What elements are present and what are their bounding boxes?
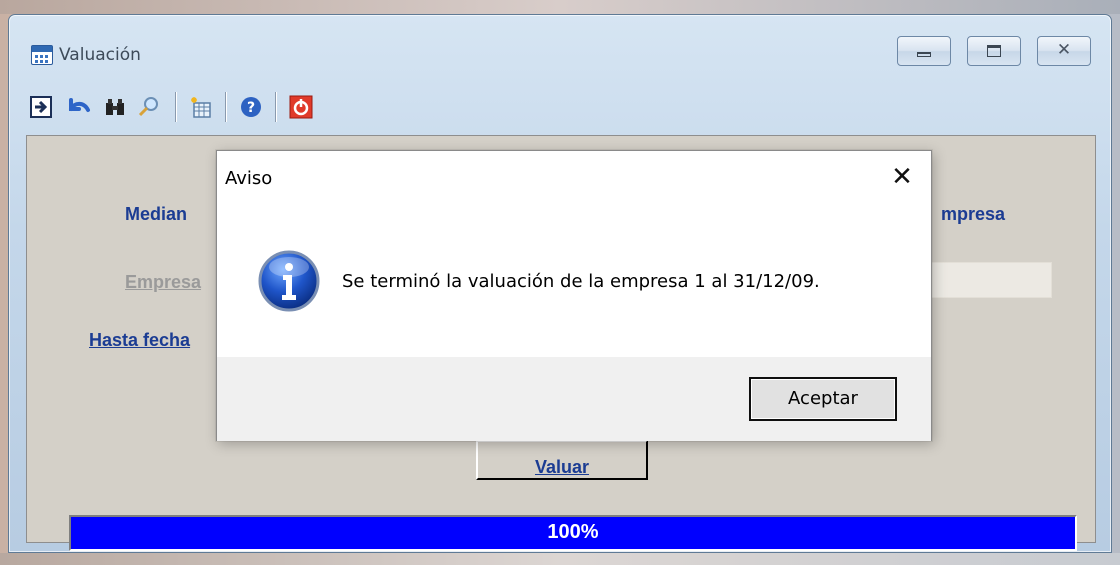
arrow-right-icon[interactable] <box>29 95 53 119</box>
valuar-button-label: Valuar <box>534 457 590 477</box>
aviso-dialog: Aviso ✕ Se terminó la valuación de la em… <box>216 150 932 441</box>
undo-icon[interactable] <box>67 95 91 119</box>
toolbar: ? <box>27 87 1103 125</box>
minimize-button[interactable] <box>897 36 951 66</box>
help-icon[interactable]: ? <box>239 95 263 119</box>
maximize-button[interactable] <box>967 36 1021 66</box>
description-text-end: mpresa <box>941 204 1006 224</box>
magnifier-icon[interactable] <box>137 95 161 119</box>
desktop-bottom-strip <box>0 553 1120 565</box>
svg-text:?: ? <box>247 100 255 116</box>
progress-bar: 100% <box>69 515 1077 551</box>
window-title: Valuación <box>59 45 141 65</box>
close-icon: ✕ <box>891 162 913 192</box>
valuar-button[interactable]: Valuar <box>476 440 648 480</box>
desktop-top-strip <box>0 0 1120 14</box>
progress-label: 100% <box>547 521 599 543</box>
close-window-button[interactable]: ✕ <box>1037 36 1091 66</box>
toolbar-separator <box>175 92 177 122</box>
maximize-icon <box>987 45 1001 57</box>
dialog-title: Aviso <box>225 168 273 189</box>
power-icon[interactable] <box>289 95 313 119</box>
description-text-start: Median <box>125 204 188 224</box>
empresa-label: Empresa <box>125 272 202 292</box>
hasta-fecha-label: Hasta fecha <box>89 330 191 350</box>
close-icon: ✕ <box>1056 40 1072 60</box>
dialog-close-button[interactable]: ✕ <box>885 161 919 195</box>
toolbar-separator <box>275 92 277 122</box>
minimize-icon <box>917 52 931 57</box>
empresa-field[interactable] <box>922 262 1052 298</box>
aceptar-button[interactable]: Aceptar <box>749 377 897 421</box>
new-sheet-icon[interactable] <box>189 95 213 119</box>
dialog-footer: Aceptar <box>217 357 931 441</box>
info-icon <box>257 249 321 313</box>
app-calendar-icon <box>31 45 53 65</box>
title-bar[interactable]: Valuación ✕ <box>9 15 1111 85</box>
binoculars-icon[interactable] <box>103 95 127 119</box>
toolbar-separator <box>225 92 227 122</box>
dialog-message: Se terminó la valuación de la empresa 1 … <box>342 271 820 292</box>
